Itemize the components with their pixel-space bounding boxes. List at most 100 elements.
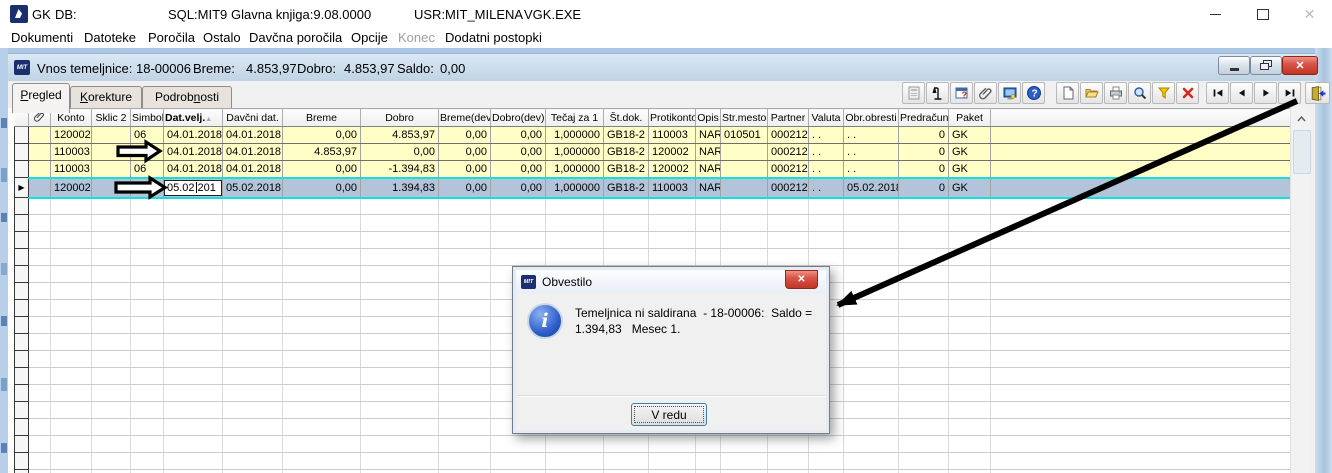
cell[interactable]: GB18-2: [603, 160, 649, 178]
open-button[interactable]: [1080, 82, 1103, 104]
cell[interactable]: -1.394,83: [360, 160, 439, 178]
cell[interactable]: 05.02.2018: [222, 176, 283, 199]
cell[interactable]: 110003: [648, 126, 696, 144]
cell[interactable]: 1.394,83: [360, 176, 439, 199]
exit-button[interactable]: [1305, 82, 1330, 104]
cell[interactable]: 110003: [50, 143, 92, 161]
column-header-paket[interactable]: Paket: [948, 108, 991, 127]
table-row-empty[interactable]: [14, 248, 1290, 266]
cell[interactable]: 0,00: [490, 176, 546, 199]
table-row[interactable]: 110003 06 04.01.2018 04.01.2018 0,00 -1.394,8…: [14, 160, 1290, 178]
cell[interactable]: 06: [130, 160, 164, 178]
dat-velj-edit-input[interactable]: 05.02 201: [164, 179, 222, 196]
cell[interactable]: . .: [843, 160, 899, 178]
table-row-empty[interactable]: [14, 197, 1290, 215]
cell[interactable]: [91, 143, 131, 161]
cell[interactable]: 0,00: [282, 176, 361, 199]
dialog-close-button[interactable]: ✕: [785, 270, 818, 289]
table-row-empty[interactable]: [14, 214, 1290, 232]
search-button[interactable]: [1128, 82, 1151, 104]
table-row[interactable]: 110003 04.01.2018 04.01.2018 4.853,97 0,00 0,…: [14, 143, 1290, 161]
cell[interactable]: 1,000000: [545, 143, 604, 161]
cell[interactable]: [130, 143, 164, 161]
table-row[interactable]: ▶ 120002 05.02 201 05.02.2018 0,00 1.394,83 0,0…: [14, 176, 1290, 199]
column-header-predra-un[interactable]: Predračun: [898, 108, 949, 127]
nav-next-button[interactable]: [1254, 82, 1277, 104]
cell[interactable]: 04.01.2018: [222, 143, 283, 161]
cell[interactable]: [720, 160, 768, 178]
nav-first-button[interactable]: [1206, 82, 1229, 104]
cell[interactable]: GK: [948, 126, 991, 144]
cell[interactable]: 04.01.2018: [163, 143, 223, 161]
menu-datoteke[interactable]: Datoteke: [84, 30, 136, 45]
child-minimize-button[interactable]: [1218, 56, 1250, 75]
menu-dokumenti[interactable]: Dokumenti: [11, 30, 73, 45]
cell[interactable]: 04.01.2018: [163, 160, 223, 178]
print-button[interactable]: [1104, 82, 1127, 104]
column-header-protikonto[interactable]: Protikonto: [648, 108, 696, 127]
ok-button[interactable]: V redu: [631, 403, 707, 426]
column-header-simbol[interactable]: Simbol: [130, 108, 164, 127]
column-header-breme[interactable]: Breme: [282, 108, 361, 127]
current-row-marker[interactable]: ▶: [14, 177, 29, 198]
delete-button[interactable]: [1176, 82, 1199, 104]
cell[interactable]: GB18-2: [603, 126, 649, 144]
cell[interactable]: [91, 176, 131, 199]
column-header-opis[interactable]: Opis: [695, 108, 721, 127]
cell[interactable]: 120002: [648, 160, 696, 178]
cell[interactable]: NAR: [695, 176, 721, 199]
cell[interactable]: 120002: [50, 176, 92, 199]
column-header-valuta[interactable]: Valuta: [808, 108, 844, 127]
monitor-button[interactable]: [998, 82, 1021, 104]
cell[interactable]: 4.853,97: [360, 126, 439, 144]
vertical-scrollbar[interactable]: [1290, 108, 1311, 473]
cell[interactable]: 0002123: [767, 160, 809, 178]
menu-dodatni-postopki[interactable]: Dodatni postopki: [445, 30, 542, 45]
cell[interactable]: GK: [948, 176, 991, 199]
menu-davcna-porocila[interactable]: Davčna poročila: [249, 30, 342, 45]
cell[interactable]: 0,00: [282, 160, 361, 178]
scroll-up-button[interactable]: [1293, 111, 1309, 127]
cell[interactable]: 0: [898, 160, 949, 178]
table-row[interactable]: 120002 06 04.01.2018 04.01.2018 0,00 4.853,97…: [14, 126, 1290, 144]
window-minimize-button[interactable]: [1193, 0, 1238, 28]
cell[interactable]: . .: [808, 143, 844, 161]
cell[interactable]: 0: [898, 126, 949, 144]
cell[interactable]: [130, 176, 164, 199]
table-row-empty[interactable]: [14, 452, 1290, 470]
attachment-cell[interactable]: [28, 160, 51, 178]
cell[interactable]: GK: [948, 160, 991, 178]
cell[interactable]: 04.01.2018: [222, 126, 283, 144]
table-row-empty[interactable]: [14, 231, 1290, 249]
column-header-breme-dev-[interactable]: Breme(dev): [438, 108, 491, 127]
child-close-button[interactable]: ✕: [1282, 56, 1318, 75]
cell[interactable]: [91, 160, 131, 178]
cell[interactable]: 04.01.2018: [163, 126, 223, 144]
cell[interactable]: 0,00: [490, 160, 546, 178]
window-help-button[interactable]: ?: [950, 82, 973, 104]
table-row-empty[interactable]: [14, 469, 1290, 473]
cell[interactable]: 0,00: [438, 126, 491, 144]
new-record-button[interactable]: [1056, 82, 1079, 104]
cell[interactable]: . .: [808, 126, 844, 144]
child-restore-button[interactable]: [1250, 56, 1282, 75]
row-selector[interactable]: [14, 126, 29, 144]
row-selector[interactable]: [14, 143, 29, 161]
cell[interactable]: 0002122: [767, 126, 809, 144]
tab-pregled[interactable]: Pregled: [12, 83, 70, 113]
report-button[interactable]: [902, 82, 925, 104]
cell[interactable]: 0,00: [360, 143, 439, 161]
cell[interactable]: [720, 176, 768, 199]
column-header-dobro[interactable]: Dobro: [360, 108, 439, 127]
cell[interactable]: 05.02 201: [163, 176, 223, 199]
cell[interactable]: 120002: [50, 126, 92, 144]
cell[interactable]: 120002: [648, 143, 696, 161]
cell[interactable]: . .: [808, 176, 844, 199]
cell[interactable]: 1,000000: [545, 176, 604, 199]
row-selector[interactable]: [14, 160, 29, 178]
cell[interactable]: 0: [898, 176, 949, 199]
attachment-button[interactable]: [974, 82, 997, 104]
cell[interactable]: NAR: [695, 160, 721, 178]
scrollbar-thumb[interactable]: [1293, 130, 1311, 174]
cell[interactable]: 0,00: [438, 143, 491, 161]
